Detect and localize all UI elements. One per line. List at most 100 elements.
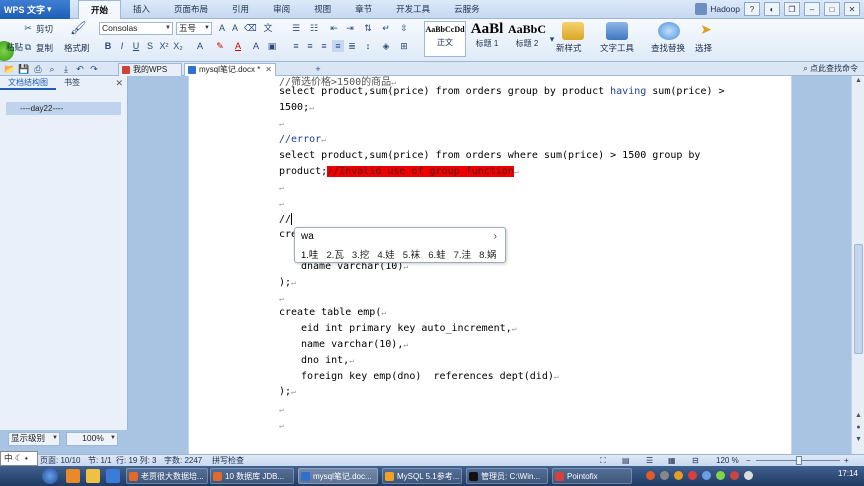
copy-icon[interactable]: ⧉ [22, 41, 34, 53]
format-painter-button[interactable]: 格式刷 [64, 42, 90, 54]
select-browse-icon[interactable]: ● [853, 424, 864, 435]
paste-label[interactable]: 粘贴 [6, 41, 23, 53]
close-tab-icon[interactable]: ✕ [265, 64, 272, 76]
cursor-select-icon[interactable]: ➤ [700, 22, 712, 36]
tray-security-icon[interactable] [716, 471, 725, 480]
spell-check-button[interactable]: 拼写检查 [212, 455, 244, 466]
subscript-icon[interactable]: X₂ [172, 40, 184, 52]
justify-icon[interactable]: ≡ [332, 40, 344, 52]
style-normal[interactable]: AaBbCcDd 正文 [424, 21, 466, 57]
tab-chapter[interactable]: 章节 [343, 0, 384, 19]
minimize-button[interactable]: – [804, 2, 820, 16]
restore-icon[interactable]: ❐ [784, 2, 800, 16]
web-view-icon[interactable]: ⊟ [692, 455, 699, 466]
tab-references[interactable]: 引用 [220, 0, 261, 19]
next-page-icon[interactable]: ▼ [853, 436, 864, 447]
show-marks-icon[interactable]: ↵ [380, 22, 392, 34]
copy-button[interactable]: 复制 [36, 42, 53, 54]
phonetic-icon[interactable]: 文 [262, 22, 274, 34]
tab-cloud[interactable]: 云服务 [442, 0, 492, 19]
abc-strikethrough-icon[interactable]: S [144, 40, 156, 52]
find-replace-button[interactable]: 查找替换 [651, 42, 685, 54]
tab-mysql-notes[interactable]: mysql笔记.docx * ✕ [184, 63, 276, 76]
new-style-icon[interactable] [562, 22, 584, 40]
zoom-slider-thumb[interactable] [796, 456, 802, 465]
taskbar-app[interactable]: MySQL 5.1参考... [382, 468, 462, 484]
char-border-icon[interactable]: A [250, 40, 262, 52]
ime-candidate[interactable]: 2.瓦 [326, 247, 343, 261]
highlight-icon[interactable]: ✎ [214, 40, 226, 52]
font-color-icon[interactable]: A [232, 40, 244, 52]
ime-candidate[interactable]: 1.哇 [301, 247, 318, 261]
find-replace-icon[interactable] [658, 22, 680, 40]
ime-candidate[interactable]: 3.挖 [352, 247, 369, 261]
tab-home[interactable]: 开始 [78, 0, 122, 19]
new-style-button[interactable]: 新样式 [556, 42, 582, 54]
chevron-right-icon[interactable]: › [494, 231, 497, 242]
pane-zoom-select[interactable]: 100% ▼ [66, 432, 118, 446]
grow-font-icon[interactable]: A [216, 22, 228, 34]
distribute-icon[interactable]: ≣ [346, 40, 358, 52]
cut-icon[interactable]: ✂ [22, 22, 34, 34]
prev-page-icon[interactable]: ▲ [853, 412, 864, 423]
close-icon[interactable]: ✕ [115, 78, 123, 89]
zoom-value[interactable]: 120 % [716, 455, 739, 466]
firefox-icon[interactable] [66, 469, 80, 483]
vertical-scrollbar[interactable]: ▲ ▲ ● ▼ [851, 76, 864, 454]
open-folder-icon[interactable]: 📂 [4, 63, 16, 75]
scroll-thumb[interactable] [854, 244, 863, 354]
taskbar-app[interactable]: 老贾很大数据培... [126, 468, 208, 484]
command-search[interactable]: ⌕ 点此查找命令 [803, 63, 858, 74]
tray-shield-icon[interactable] [674, 471, 683, 480]
redo-icon[interactable]: ↷ [88, 63, 100, 75]
text-tools-icon[interactable] [606, 22, 628, 40]
bullets-icon[interactable]: ☰ [290, 22, 302, 34]
undo-icon[interactable]: ↶ [74, 63, 86, 75]
taskbar-app[interactable]: 管理员: C:\Win... [466, 468, 548, 484]
ime-candidate[interactable]: 8.娲 [479, 247, 496, 261]
text-tools-button[interactable]: 文字工具 [600, 42, 634, 54]
align-center-icon[interactable]: ≡ [304, 40, 316, 52]
tray-flag-icon[interactable] [744, 471, 753, 480]
select-button[interactable]: 选择 [695, 42, 712, 54]
tray-network-icon[interactable] [702, 471, 711, 480]
user-account[interactable]: Hadoop [695, 3, 740, 15]
taskbar-clock[interactable]: 17:14 [838, 469, 858, 478]
numbering-icon[interactable]: ☷ [308, 22, 320, 34]
save-icon[interactable]: 💾 [18, 63, 30, 75]
tray-app-icon[interactable] [688, 471, 697, 480]
char-shading-icon[interactable]: ▣ [266, 40, 278, 52]
page-view-icon[interactable]: ▤ [622, 455, 630, 466]
line-spacing-icon[interactable]: ↕ [362, 40, 374, 52]
ime-candidate[interactable]: 7.洼 [454, 247, 471, 261]
tab-my-wps[interactable]: 我的WPS [118, 63, 182, 76]
font-family-select[interactable]: Consolas ▼ [99, 22, 173, 35]
taskbar-app[interactable]: 10 数据库 JDB... [210, 468, 294, 484]
style-heading-1[interactable]: AaBl 标题 1 [466, 21, 508, 57]
underline-icon[interactable]: U [130, 40, 142, 52]
toc-item[interactable]: ----day22---- [6, 102, 121, 115]
tray-volume-icon[interactable] [730, 471, 739, 480]
ime-mode-indicator[interactable]: 中 ☾ • [0, 451, 38, 466]
borders-icon[interactable]: ⊞ [398, 40, 410, 52]
show-level-select[interactable]: 显示级别 ▼ [8, 432, 60, 446]
ime-candidate[interactable]: 5.袜 [403, 247, 420, 261]
tab-bookmarks[interactable]: 书签 [56, 76, 88, 90]
scroll-up-icon[interactable]: ▲ [853, 77, 864, 88]
outline-view-icon[interactable]: ☰ [646, 455, 653, 466]
status-word-count[interactable]: 字数: 2247 [164, 455, 202, 466]
start-button[interactable] [42, 468, 58, 484]
text-effect-icon[interactable]: A [194, 40, 206, 52]
reading-view-icon[interactable]: ▦ [668, 455, 676, 466]
ime-candidate[interactable]: 6.蛙 [428, 247, 445, 261]
format-painter-icon[interactable]: 🖌 [70, 21, 87, 34]
shading-icon[interactable]: ◈ [380, 40, 392, 52]
skin-icon[interactable]: ◐ [764, 2, 780, 16]
maximize-button[interactable]: □ [824, 2, 840, 16]
tab-developer[interactable]: 开发工具 [384, 0, 442, 19]
media-icon[interactable] [106, 469, 120, 483]
bold-icon[interactable]: B [102, 40, 114, 52]
cut-button[interactable]: 剪切 [36, 23, 53, 35]
clear-format-icon[interactable]: ⌫ [244, 22, 257, 34]
tab-page-layout[interactable]: 页面布局 [162, 0, 220, 19]
